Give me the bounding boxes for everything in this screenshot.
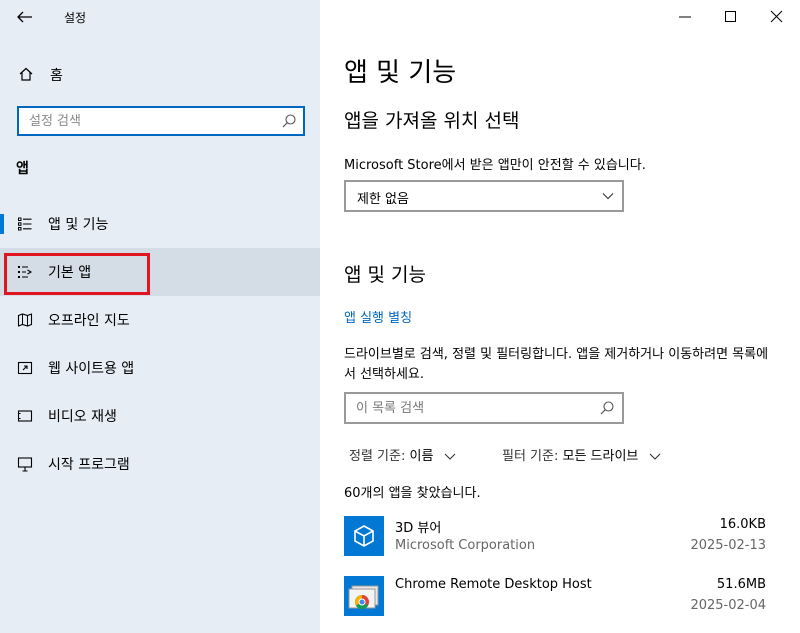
apps-for-websites-icon <box>17 361 33 375</box>
app-publisher: Microsoft Corporation <box>395 538 536 553</box>
chrome-remote-desktop-icon <box>344 576 384 616</box>
video-playback-icon <box>17 410 33 422</box>
app-execution-alias-link[interactable]: 앱 실행 별칭 <box>344 307 412 326</box>
sidebar-item-label: 오프라인 지도 <box>48 313 130 329</box>
app-count-text: 60개의 앱을 찾았습니다. <box>344 486 481 501</box>
back-arrow-icon[interactable] <box>14 7 36 27</box>
settings-search-input[interactable] <box>19 108 269 134</box>
settings-search-box[interactable] <box>17 106 305 136</box>
filter-by-control[interactable]: 필터 기준: 모든 드라이브 <box>502 445 661 464</box>
filter-label: 필터 기준: <box>502 449 559 464</box>
sidebar-item-label: 앱 및 기능 <box>48 217 109 233</box>
titlebar-left: 설정 <box>0 0 320 34</box>
3d-viewer-icon <box>344 516 384 556</box>
search-icon[interactable] <box>281 113 297 129</box>
close-icon[interactable] <box>754 4 800 30</box>
sidebar-item-startup[interactable]: 시작 프로그램 <box>0 440 320 488</box>
sidebar-item-offline-maps[interactable]: 오프라인 지도 <box>0 296 320 344</box>
apps-section-title: 앱 및 기능 <box>344 264 426 286</box>
page-title: 앱 및 기능 <box>344 58 457 88</box>
install-section-description: Microsoft Store에서 받은 앱만이 안전할 수 있습니다. <box>344 158 646 173</box>
chevron-down-icon <box>444 453 455 460</box>
minimize-icon[interactable] <box>662 4 708 30</box>
apps-section-description: 드라이브별로 검색, 정렬 및 필터링합니다. 앱을 제거하거나 이동하려면 목… <box>344 347 769 382</box>
sidebar-item-video-playback[interactable]: 비디오 재생 <box>0 392 320 440</box>
chevron-down-icon <box>602 193 614 200</box>
app-size: 16.0KB <box>719 517 766 532</box>
home-icon <box>19 67 33 81</box>
home-label: 홈 <box>50 68 63 84</box>
sidebar-item-label: 비디오 재생 <box>48 409 117 425</box>
sidebar: 설정 홈 앱 앱 및 기능 기본 앱 <box>0 0 320 633</box>
sort-label: 정렬 기준: <box>349 449 406 464</box>
app-install-date: 2025-02-13 <box>690 538 766 553</box>
app-name: 3D 뷰어 <box>395 521 442 536</box>
sort-value: 이름 <box>409 449 434 464</box>
startup-icon <box>17 457 33 472</box>
chevron-down-icon <box>649 453 660 460</box>
window-title: 설정 <box>64 11 87 25</box>
install-section-title: 앱을 가져올 위치 선택 <box>344 110 520 132</box>
sidebar-item-label: 시작 프로그램 <box>48 457 130 473</box>
app-name: Chrome Remote Desktop Host <box>395 577 592 592</box>
main-content: 앱 및 기능 앱을 가져올 위치 선택 Microsoft Store에서 받은… <box>320 0 800 633</box>
sort-by-control[interactable]: 정렬 기준: 이름 <box>349 445 456 464</box>
app-list-item[interactable]: Chrome Remote Desktop Host 51.6MB 2025-0… <box>344 576 766 628</box>
offline-maps-icon <box>17 313 33 327</box>
sidebar-home[interactable]: 홈 <box>0 56 320 92</box>
dropdown-value: 제한 없음 <box>357 192 409 207</box>
highlight-annotation-box <box>4 253 150 295</box>
sidebar-item-apps-features[interactable]: 앱 및 기능 <box>0 200 320 248</box>
app-size: 51.6MB <box>716 577 766 592</box>
app-install-date: 2025-02-04 <box>690 598 766 613</box>
sidebar-section-label: 앱 <box>16 161 29 177</box>
app-list-search-input[interactable] <box>346 394 591 422</box>
sidebar-item-apps-for-websites[interactable]: 웹 사이트용 앱 <box>0 344 320 392</box>
maximize-icon[interactable] <box>708 4 754 30</box>
apps-list-icon <box>18 217 32 231</box>
app-list-item[interactable]: 3D 뷰어 Microsoft Corporation 16.0KB 2025-… <box>344 516 766 568</box>
app-list-search-box[interactable] <box>344 392 624 424</box>
install-source-dropdown[interactable]: 제한 없음 <box>344 180 624 212</box>
selected-indicator <box>0 214 4 234</box>
search-icon[interactable] <box>599 400 615 416</box>
sidebar-item-label: 웹 사이트용 앱 <box>48 361 135 377</box>
filter-value: 모든 드라이브 <box>562 449 639 464</box>
